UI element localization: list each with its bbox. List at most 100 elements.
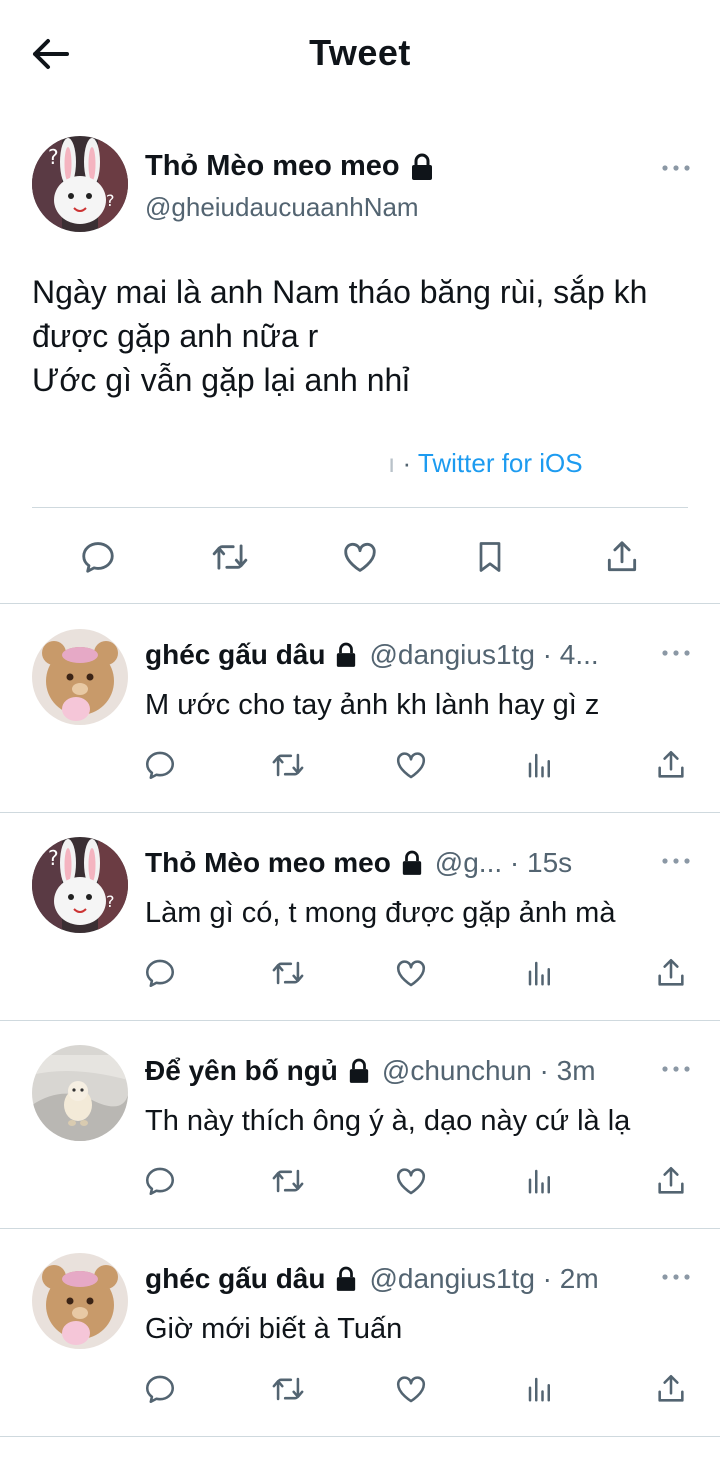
reply-header: ghéc gấu dâu @dangius1tg · 4... — [145, 639, 645, 671]
more-icon — [662, 858, 690, 864]
reply-header: Thỏ Mèo meo meo @g... · 15s — [145, 847, 645, 879]
reply-text: M ước cho tay ảnh kh lành hay gì z — [145, 689, 600, 721]
svg-text:?: ? — [106, 191, 115, 210]
tweet-actions — [0, 530, 720, 586]
bookmark-button[interactable] — [465, 532, 515, 582]
svg-text:?: ? — [48, 846, 59, 870]
retweet-icon — [272, 1169, 304, 1193]
reply-actions — [0, 951, 720, 995]
lock-icon — [335, 642, 357, 668]
reply-icon — [82, 542, 114, 573]
retweet-button[interactable] — [266, 743, 310, 787]
author-handle[interactable]: @gheiudaucuaanhNam — [145, 192, 419, 223]
share-icon — [658, 958, 684, 986]
reply-button[interactable] — [138, 1367, 182, 1411]
author-name[interactable]: Thỏ Mèo meo meo — [145, 847, 391, 879]
author-handle[interactable]: @dangius1tg · 4... — [369, 639, 598, 671]
reply-actions — [0, 1159, 720, 1203]
author-name[interactable]: ghéc gấu dâu — [145, 1263, 325, 1295]
author-name[interactable]: Thỏ Mèo meo meo — [145, 150, 434, 183]
more-icon — [662, 165, 690, 171]
reply-actions — [0, 1367, 720, 1411]
avatar[interactable]: ? ? — [32, 136, 128, 232]
more-options-button[interactable] — [656, 849, 696, 873]
lock-icon — [335, 1266, 357, 1292]
reply-button[interactable] — [138, 951, 182, 995]
analytics-button[interactable] — [518, 1367, 562, 1411]
author-handle[interactable]: @chunchun · 3m — [382, 1055, 596, 1087]
reply-tweet[interactable]: ghéc gấu dâu @dangius1tg · 4... M ước ch… — [0, 605, 720, 813]
more-options-button[interactable] — [656, 1265, 696, 1289]
retweet-icon — [272, 961, 304, 985]
reply-tweet[interactable]: ? ? Thỏ Mèo meo meo @g... · 15s Làm gì c… — [0, 813, 720, 1021]
avatar[interactable] — [32, 629, 128, 725]
share-button[interactable] — [649, 1159, 693, 1203]
reply-button[interactable] — [138, 1159, 182, 1203]
reply-text: Làm gì có, t mong được gặp ảnh mà — [145, 897, 616, 929]
lock-icon — [401, 850, 423, 876]
retweet-button[interactable] — [205, 532, 255, 582]
more-options-button[interactable] — [656, 156, 696, 180]
share-button[interactable] — [649, 951, 693, 995]
heart-icon — [344, 542, 376, 572]
retweet-button[interactable] — [266, 951, 310, 995]
like-button[interactable] — [335, 532, 385, 582]
reply-tweet[interactable]: ghéc gấu dâu @dangius1tg · 2m Giờ mới bi… — [0, 1229, 720, 1437]
share-icon — [607, 541, 637, 572]
reply-icon — [145, 751, 175, 780]
retweet-icon — [212, 544, 248, 570]
lock-icon — [411, 153, 432, 180]
share-icon — [658, 1166, 684, 1194]
share-button[interactable] — [649, 743, 693, 787]
like-button[interactable] — [389, 743, 433, 787]
divider — [32, 507, 688, 508]
author-name[interactable]: Để yên bố ngủ — [145, 1055, 338, 1087]
reply-tweet[interactable]: Để yên bố ngủ @chunchun · 3m Th này thíc… — [0, 1021, 720, 1229]
reply-header: ghéc gấu dâu @dangius1tg · 2m — [145, 1263, 645, 1295]
author-handle[interactable]: @dangius1tg · 2m — [369, 1263, 598, 1295]
like-button[interactable] — [389, 1367, 433, 1411]
reply-icon — [145, 1167, 175, 1196]
like-button[interactable] — [389, 1159, 433, 1203]
more-options-button[interactable] — [656, 1057, 696, 1081]
reply-icon — [145, 959, 175, 988]
more-options-button[interactable] — [656, 641, 696, 665]
avatar[interactable] — [32, 1253, 128, 1349]
avatar[interactable]: ? ? — [32, 837, 128, 933]
reply-button[interactable] — [138, 743, 182, 787]
analytics-icon — [528, 1377, 550, 1402]
reply-actions — [0, 743, 720, 787]
reply-button[interactable] — [73, 532, 123, 582]
bookmark-icon — [479, 542, 501, 572]
lock-icon — [348, 1058, 370, 1084]
heart-icon — [396, 960, 426, 987]
source-link[interactable]: Twitter for iOS — [418, 448, 583, 478]
tweet-text: Ngày mai là anh Nam tháo băng rùi, sắp k… — [32, 274, 648, 398]
heart-icon — [396, 752, 426, 779]
more-icon — [662, 1066, 690, 1072]
analytics-button[interactable] — [518, 743, 562, 787]
retweet-icon — [272, 1377, 304, 1401]
analytics-icon — [528, 753, 550, 778]
heart-icon — [396, 1376, 426, 1403]
retweet-button[interactable] — [266, 1159, 310, 1203]
reply-text: Giờ mới biết à Tuấn — [145, 1313, 403, 1345]
svg-text:?: ? — [106, 892, 115, 911]
share-button[interactable] — [649, 1367, 693, 1411]
reply-text: Th này thích ông ý à, dạo này cứ là lạ — [145, 1105, 631, 1137]
retweet-button[interactable] — [266, 1367, 310, 1411]
svg-text:?: ? — [48, 145, 59, 169]
share-icon — [658, 1374, 684, 1402]
share-button[interactable] — [597, 532, 647, 582]
analytics-icon — [528, 961, 550, 986]
like-button[interactable] — [389, 951, 433, 995]
avatar[interactable] — [32, 1045, 128, 1141]
author-name[interactable]: ghéc gấu dâu — [145, 639, 325, 671]
analytics-button[interactable] — [518, 1159, 562, 1203]
reply-header: Để yên bố ngủ @chunchun · 3m — [145, 1055, 645, 1087]
author-handle[interactable]: @g... · 15s — [435, 847, 572, 879]
more-icon — [662, 1274, 690, 1280]
retweet-icon — [272, 753, 304, 777]
reply-icon — [145, 1375, 175, 1404]
analytics-button[interactable] — [518, 951, 562, 995]
